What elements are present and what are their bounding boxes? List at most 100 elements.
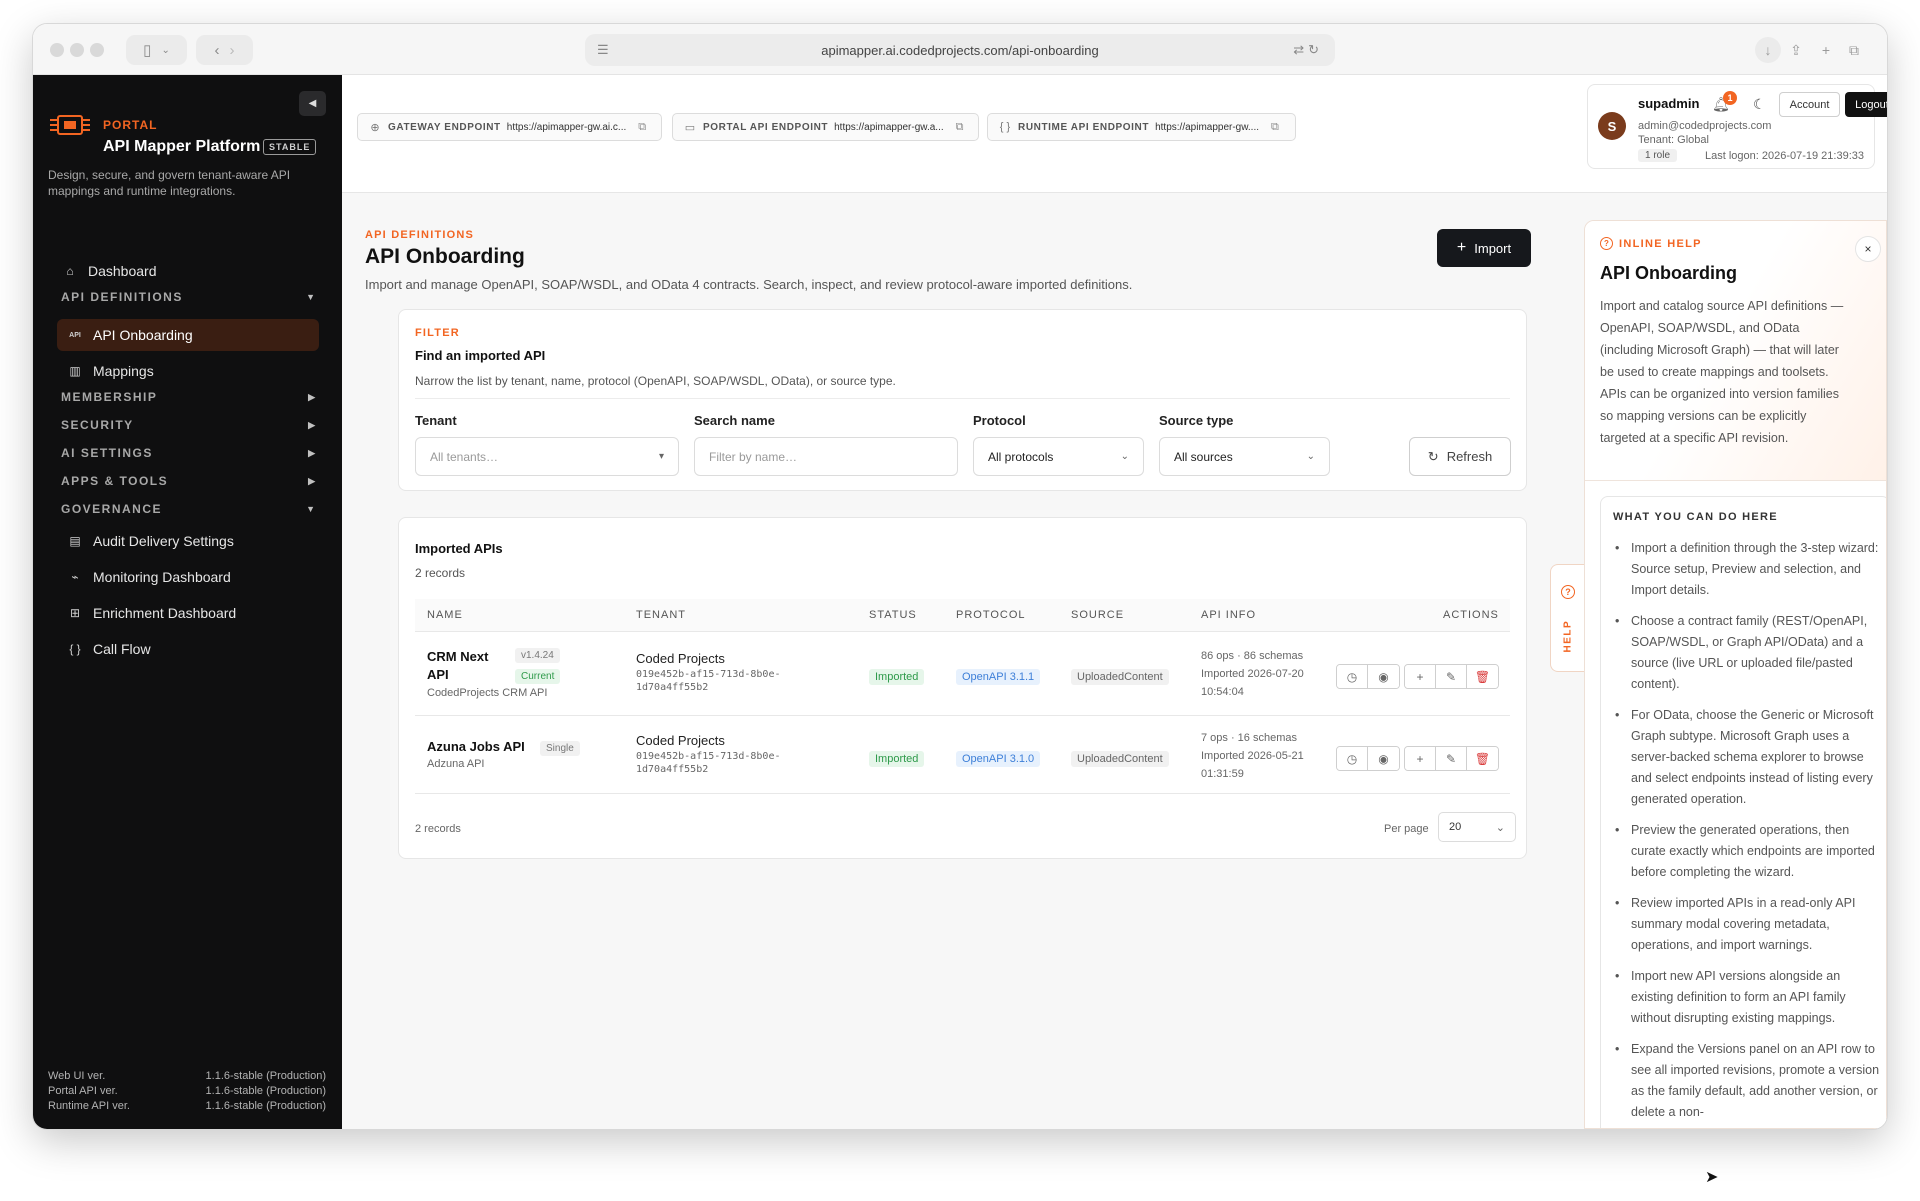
chevron-right-icon: ▶ (308, 475, 315, 486)
section-label: MEMBERSHIP (61, 390, 158, 404)
record-count: 2 records (415, 566, 466, 580)
version-badge: v1.4.24 (515, 648, 560, 663)
caret-down-icon: ▾ (658, 451, 664, 462)
api-icon: API (69, 331, 81, 339)
protocol-badge: OpenAPI 3.1.1 (956, 669, 1041, 685)
version-info: Web UI ver. 1.1.6-stable (Production) Por… (48, 1070, 326, 1115)
api-info-time: 01:31:59 (1201, 768, 1244, 780)
api-info: 7 ops · 16 schemas Imported 2026-05-21 0… (1201, 729, 1304, 783)
copy-icon[interactable]: ⧉ (1271, 121, 1279, 134)
refresh-button[interactable]: ↻ Refresh (1409, 437, 1511, 476)
address-bar[interactable]: ☰ apimapper.ai.codedprojects.com/api-onb… (585, 34, 1335, 66)
endpoint-url: https://apimapper-gw.... (1155, 121, 1260, 133)
page-info-icon[interactable]: ☰ (597, 42, 609, 58)
help-tab[interactable]: ? HELP (1550, 564, 1584, 672)
row-actions-edit: + ✎ 🗑︎ (1404, 664, 1499, 689)
edit-icon[interactable]: ✎ (1436, 747, 1467, 770)
minimize-window-button[interactable] (70, 43, 84, 57)
table-row[interactable]: Azuna Jobs API Adzuna API (427, 738, 525, 770)
search-label: Search name (694, 413, 775, 428)
protocol-badge: OpenAPI 3.1.0 (956, 751, 1041, 767)
trash-icon[interactable]: 🗑︎ (1467, 747, 1498, 770)
section-label: SECURITY (61, 418, 134, 432)
sidebar-item-call-flow[interactable]: { } Call Flow (57, 633, 319, 665)
app-name: API Mapper Platform (103, 138, 261, 155)
share-icon[interactable]: ⇪ (1783, 37, 1809, 63)
avatar[interactable]: S (1598, 112, 1626, 140)
browser-toolbar: ▯ ⌄ ‹ › ☰ apimapper.ai.codedprojects.com/a… (33, 24, 1887, 75)
sidebar-item-dashboard[interactable]: ⌂ Dashboard (54, 255, 320, 287)
account-button[interactable]: Account (1779, 92, 1840, 117)
api-subtitle: CodedProjects CRM API (427, 687, 548, 699)
view-icon[interactable]: ◉ (1368, 747, 1399, 770)
sidebar-toggle-button[interactable]: ▯ ⌄ (126, 35, 187, 65)
copy-icon[interactable]: ⧉ (956, 121, 964, 134)
close-window-button[interactable] (50, 43, 64, 57)
portal-api-endpoint[interactable]: ▭ PORTAL API ENDPOINT https://apimapper-… (672, 113, 979, 141)
search-input[interactable]: Filter by name… (694, 437, 958, 476)
source-badge: UploadedContent (1071, 669, 1169, 685)
import-button[interactable]: + Import (1437, 229, 1531, 267)
back-icon[interactable]: ‹ (215, 42, 220, 59)
section-membership[interactable]: MEMBERSHIP ▶ (61, 390, 315, 404)
top-bar: ⊕ GATEWAY ENDPOINT https://apimapper-gw.… (342, 75, 1887, 193)
sidebar-item-enrichment[interactable]: ⊞ Enrichment Dashboard (57, 597, 319, 629)
section-ai-settings[interactable]: AI SETTINGS ▶ (61, 446, 315, 460)
version-label: Portal API ver. (48, 1085, 118, 1097)
current-badge: Current (515, 669, 561, 684)
history-icon[interactable]: ◷ (1337, 747, 1368, 770)
gateway-endpoint[interactable]: ⊕ GATEWAY ENDPOINT https://apimapper-gw.… (357, 113, 662, 141)
row-actions-view: ◷ ◉ (1336, 746, 1400, 771)
collapse-sidebar-button[interactable]: ◀ (299, 91, 326, 116)
maximize-window-button[interactable] (90, 43, 104, 57)
version-label: Runtime API ver. (48, 1100, 130, 1112)
history-icon[interactable]: ◷ (1337, 665, 1368, 688)
protocol-select[interactable]: All protocols ⌄ (973, 437, 1144, 476)
close-help-button[interactable]: × (1855, 236, 1881, 262)
per-page-select[interactable]: 20 ⌄ (1438, 812, 1516, 842)
tab-overview-icon[interactable]: ⧉ (1841, 37, 1867, 63)
sidebar-item-monitoring[interactable]: ⌁ Monitoring Dashboard (57, 561, 319, 593)
section-apps-tools[interactable]: APPS & TOOLS ▶ (61, 474, 315, 488)
trash-icon[interactable]: 🗑︎ (1467, 665, 1498, 688)
row-actions-edit: + ✎ 🗑︎ (1404, 746, 1499, 771)
sidebar-item-audit-delivery[interactable]: ▤ Audit Delivery Settings (57, 525, 319, 557)
notification-count[interactable]: 1 (1723, 91, 1737, 105)
sidebar: ◀ PORTAL API Mapper Platform STABLE Desi… (33, 75, 342, 1129)
add-version-icon[interactable]: + (1405, 665, 1436, 688)
section-governance[interactable]: GOVERNANCE ▼ (61, 502, 315, 516)
plus-icon: + (1456, 239, 1467, 256)
sidebar-item-mappings[interactable]: ▥ Mappings (57, 355, 319, 387)
endpoint-label: RUNTIME API ENDPOINT (1018, 121, 1150, 133)
logout-button[interactable]: Logout (1845, 92, 1887, 117)
tenant-id: 1d70a4ff55b2 (636, 682, 709, 693)
column-header: TENANT (636, 609, 686, 621)
moon-icon[interactable]: ☾ (1753, 96, 1766, 113)
downloads-icon[interactable]: ↓ (1755, 37, 1781, 63)
row-actions-view: ◷ ◉ (1336, 664, 1400, 689)
section-api-definitions[interactable]: API DEFINITIONS ▼ (61, 290, 315, 304)
new-tab-icon[interactable]: + (1813, 37, 1839, 63)
source-badge: UploadedContent (1071, 751, 1169, 767)
sidebar-item-api-onboarding[interactable]: API API Onboarding (57, 319, 319, 351)
help-box-title: WHAT YOU CAN DO HERE (1613, 511, 1778, 523)
runtime-api-endpoint[interactable]: { } RUNTIME API ENDPOINT https://apimapp… (987, 113, 1296, 141)
tenant-select[interactable]: All tenants… ▾ (415, 437, 679, 476)
view-icon[interactable]: ◉ (1368, 665, 1399, 688)
edit-icon[interactable]: ✎ (1436, 665, 1467, 688)
section-security[interactable]: SECURITY ▶ (61, 418, 315, 432)
user-tenant: Tenant: Global (1638, 134, 1709, 146)
column-header: STATUS (869, 609, 917, 621)
help-kicker-label: INLINE HELP (1619, 237, 1702, 250)
source-type-select[interactable]: All sources ⌄ (1159, 437, 1330, 476)
close-icon: × (1864, 242, 1872, 256)
list-item: For OData, choose the Generic or Microso… (1615, 705, 1885, 810)
status-badge: Imported (869, 751, 925, 767)
chevron-down-icon: ▼ (306, 292, 315, 302)
globe-icon: ⊕ (370, 121, 380, 134)
logo-icon (50, 115, 90, 135)
add-version-icon[interactable]: + (1405, 747, 1436, 770)
reload-icon[interactable]: ⇄↻ (1293, 42, 1323, 58)
forward-icon[interactable]: › (230, 42, 235, 59)
copy-icon[interactable]: ⧉ (638, 121, 646, 134)
